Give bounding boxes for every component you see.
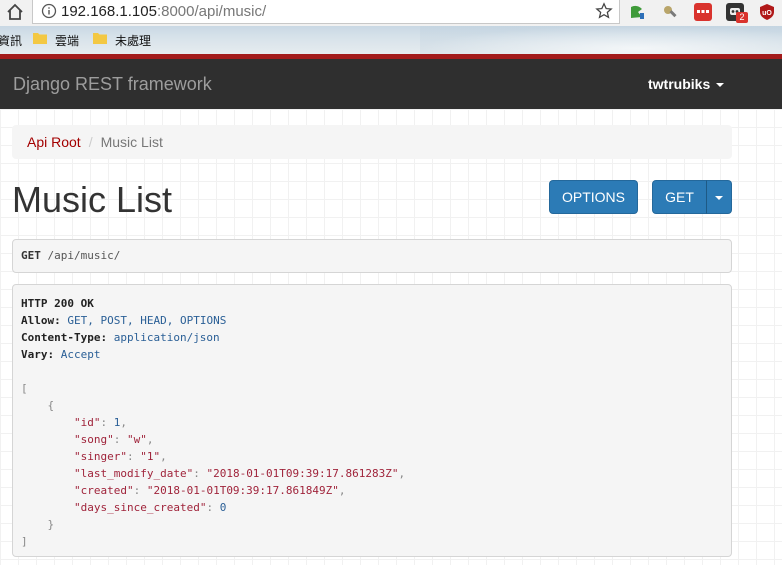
extension-badge: 2 [736,12,748,23]
page-title: Music List [12,179,173,220]
ublock-icon[interactable]: uO [758,3,776,21]
header-value: Accept [60,348,101,361]
json-comma: , [338,484,346,497]
header-key: Vary: [21,348,55,361]
json-close-bracket: ] [21,535,28,548]
response-status: HTTP 200 OK [21,297,94,310]
response-info: HTTP 200 OK Allow: GET, POST, HEAD, OPTI… [12,284,732,557]
navbar-brand[interactable]: Django REST framework [13,74,212,95]
extension-green-icon[interactable] [628,3,646,21]
bookmarks-bar: 資訊 雲端 未處理 [0,26,782,54]
request-path: /api/music/ [47,249,121,262]
url-path: :8000/api/music/ [156,3,267,20]
bookmark-folder-cloud[interactable]: 雲端 [55,32,79,49]
json-field: "days_since_created": 0 [73,501,227,514]
bookmark-folder-unprocessed[interactable]: 未處理 [115,32,151,49]
json-key: "song" [73,433,114,446]
json-key: "singer" [73,450,127,463]
request-info: GET /api/music/ [12,239,732,273]
breadcrumb: Api Root / Music List [12,125,732,159]
json-value: "w" [126,433,147,446]
breadcrumb-api-root[interactable]: Api Root [27,134,81,150]
json-open-bracket: [ [21,382,28,395]
home-icon[interactable] [5,2,25,22]
address-bar[interactable]: 192.168.1.105:8000/api/music/ [32,0,620,24]
header-key: Allow: [21,314,61,327]
json-value: "1" [140,450,161,463]
response-header: Vary: Accept [21,346,723,363]
get-format-dropdown[interactable] [706,180,732,214]
json-comma: , [398,467,406,480]
navbar: Django REST framework twtrubiks [0,59,782,109]
bookmark-item[interactable]: 資訊 [0,32,22,49]
extension-tools-icon[interactable] [661,3,679,21]
breadcrumb-current: Music List [100,134,163,150]
json-value: "2018-01-01T09:39:17.861283Z" [206,467,399,480]
breadcrumb-separator: / [88,134,93,150]
json-value: "2018-01-01T09:39:17.861849Z" [146,484,339,497]
bookmark-star-icon[interactable] [595,2,613,20]
url-text[interactable]: 192.168.1.105:8000/api/music/ [61,3,266,20]
json-field: "song": "w", [73,433,154,446]
folder-icon [33,33,47,44]
json-field: "singer": "1", [73,450,167,463]
json-open-brace: { [47,399,55,412]
json-line: { [21,397,723,414]
caret-down-icon [715,196,723,201]
json-key: "created" [73,484,134,497]
user-menu[interactable]: twtrubiks [648,76,725,92]
get-button[interactable]: GET [652,180,707,214]
json-comma: , [160,450,167,463]
json-field: "id": 1, [73,416,127,429]
browser-toolbar: 192.168.1.105:8000/api/music/ 2 uO [0,0,782,26]
json-value: 0 [219,501,227,514]
caret-down-icon [716,83,725,88]
svg-text:uO: uO [762,10,772,17]
json-line: } [21,516,723,533]
options-button[interactable]: OPTIONS [549,180,638,214]
page-content: Api Root / Music List Music List OPTIONS G… [0,109,782,565]
json-field: "created": "2018-01-01T09:39:17.861849Z"… [73,484,346,497]
user-name: twtrubiks [648,76,711,92]
request-method: GET [21,249,41,262]
json-key: "days_since_created" [73,501,207,514]
folder-icon [93,33,107,44]
json-comma: , [120,416,127,429]
header-key: Content-Type: [21,331,108,344]
json-key: "last_modify_date" [73,467,194,480]
header-value: GET, POST, HEAD, OPTIONS [67,314,227,327]
extension-grid-icon[interactable] [694,3,712,21]
info-icon[interactable] [41,3,57,19]
json-close-brace: } [47,518,55,531]
response-header: Allow: GET, POST, HEAD, OPTIONS [21,312,723,329]
json-comma: , [146,433,154,446]
json-key: "id" [73,416,101,429]
url-host: 192.168.1.105 [61,3,157,20]
header-value: application/json [113,331,220,344]
response-header: Content-Type: application/json [21,329,723,346]
json-field: "last_modify_date": "2018-01-01T09:39:17… [73,467,406,480]
